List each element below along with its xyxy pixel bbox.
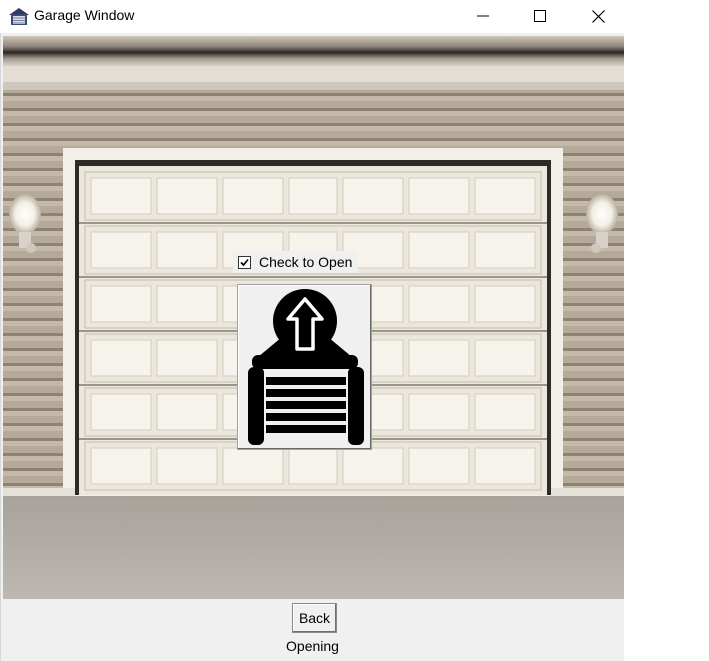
garage-open-arrow-icon (248, 289, 364, 445)
title-bar: Garage Window (0, 0, 623, 33)
maximize-button[interactable] (517, 0, 563, 32)
status-text: Opening (286, 638, 339, 654)
garage-icon (9, 8, 29, 25)
window-title: Garage Window (34, 7, 135, 23)
open-checkbox-row[interactable]: Check to Open (233, 251, 359, 273)
checkmark-icon (240, 258, 249, 266)
close-icon (591, 9, 605, 23)
open-checkbox[interactable] (238, 255, 251, 269)
close-button[interactable] (575, 0, 621, 32)
minimize-icon (477, 15, 489, 17)
open-checkbox-label: Check to Open (259, 254, 353, 270)
window-content: Check to Open Back Opening (0, 33, 624, 661)
back-button[interactable]: Back (292, 603, 337, 633)
garage-door-button[interactable] (237, 284, 372, 450)
minimize-button[interactable] (460, 0, 506, 32)
maximize-icon (534, 10, 546, 22)
